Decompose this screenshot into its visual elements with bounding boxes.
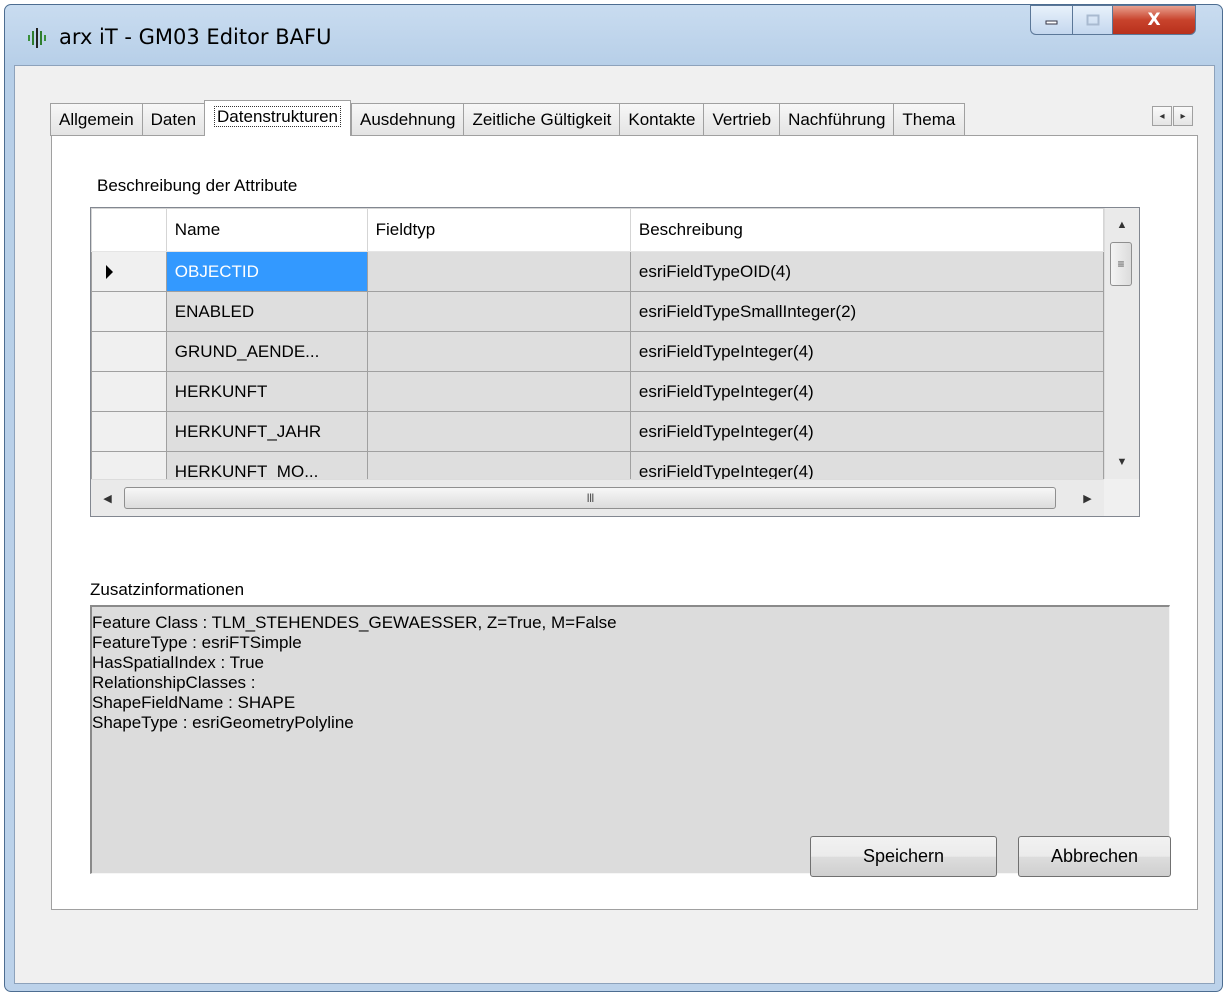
column-header-fieldtyp[interactable]: Fieldtyp <box>366 208 631 252</box>
cell-name[interactable]: HERKUNFT <box>165 371 368 412</box>
cell-fieldtyp[interactable] <box>366 371 631 412</box>
tab-label: Kontakte <box>628 110 696 129</box>
column-header-beschreibung[interactable]: Beschreibung <box>629 208 1104 252</box>
triangle-up-icon: ▲ <box>1116 219 1128 231</box>
tab-strip: Allgemein Daten Datenstrukturen Ausdehnu… <box>50 100 966 136</box>
vertical-scroll-thumb[interactable]: ≡ <box>1110 242 1132 286</box>
corner-header[interactable] <box>91 208 167 252</box>
triangle-right-icon: ▶ <box>1083 492 1092 505</box>
scroll-right-button[interactable]: ▶ <box>1071 480 1104 516</box>
tab-zeitliche-gueltigkeit[interactable]: Zeitliche Gültigkeit <box>463 103 620 136</box>
cell-beschreibung[interactable]: esriFieldTypeOID(4) <box>629 251 1104 292</box>
info-line: ShapeType : esriGeometryPolyline <box>92 713 354 732</box>
tab-scroll-left-button[interactable]: ◂ <box>1152 106 1172 126</box>
table-row[interactable]: ENABLED esriFieldTypeSmallInteger(2) <box>91 291 1104 332</box>
scrollbar-corner <box>1104 479 1139 516</box>
app-logo-icon <box>28 28 46 48</box>
grid-viewport: Name Fieldtyp Beschreibung OBJECTID esri… <box>91 208 1104 479</box>
close-icon: X <box>1147 10 1161 30</box>
row-header[interactable] <box>91 371 167 412</box>
row-header[interactable] <box>91 331 167 372</box>
scroll-left-button[interactable]: ◀ <box>91 480 124 516</box>
info-line: ShapeFieldName : SHAPE <box>92 693 296 712</box>
cell-beschreibung[interactable]: esriFieldTypeInteger(4) <box>629 371 1104 412</box>
tab-label: Thema <box>902 110 956 129</box>
row-header[interactable] <box>91 451 167 479</box>
tab-label: Nachführung <box>788 110 886 129</box>
tab-datenstrukturen[interactable]: Datenstrukturen <box>204 100 351 136</box>
cell-name[interactable]: HERKUNFT_JAHR <box>165 411 368 452</box>
row-header-current[interactable] <box>91 251 167 292</box>
scroll-up-button[interactable]: ▲ <box>1105 208 1139 242</box>
cell-beschreibung[interactable]: esriFieldTypeSmallInteger(2) <box>629 291 1104 332</box>
tab-vertrieb[interactable]: Vertrieb <box>703 103 780 136</box>
cell-fieldtyp[interactable] <box>366 411 631 452</box>
window-title: arx iT - GM03 Editor BAFU <box>59 25 332 49</box>
tab-label: Vertrieb <box>712 110 772 129</box>
tab-label: Datenstrukturen <box>214 106 341 127</box>
cell-beschreibung[interactable]: esriFieldTypeInteger(4) <box>629 451 1104 479</box>
table-row[interactable]: HERKUNFT esriFieldTypeInteger(4) <box>91 371 1104 412</box>
maximize-icon <box>1086 14 1099 26</box>
tab-thema[interactable]: Thema <box>893 103 966 136</box>
attributes-table: Name Fieldtyp Beschreibung OBJECTID esri… <box>91 208 1104 479</box>
minimize-button[interactable] <box>1030 5 1072 35</box>
cell-beschreibung[interactable]: esriFieldTypeInteger(4) <box>629 411 1104 452</box>
cell-name[interactable]: ENABLED <box>165 291 368 332</box>
tab-allgemein[interactable]: Allgemein <box>50 103 142 136</box>
cell-fieldtyp[interactable] <box>366 451 631 479</box>
info-line: RelationshipClasses : <box>92 673 256 692</box>
save-button[interactable]: Speichern <box>810 836 997 877</box>
tab-ausdehnung[interactable]: Ausdehnung <box>350 103 464 136</box>
tab-label: Ausdehnung <box>359 110 456 129</box>
zusatz-label: Zusatzinformationen <box>90 580 245 599</box>
cell-fieldtyp[interactable] <box>366 291 631 332</box>
info-line: HasSpatialIndex : True <box>92 653 264 672</box>
grid-vertical-scrollbar[interactable]: ▲ ≡ ▼ <box>1104 208 1139 479</box>
table-row[interactable]: HERKUNFT_MO... esriFieldTypeInteger(4) <box>91 451 1104 479</box>
table-row[interactable]: HERKUNFT_JAHR esriFieldTypeInteger(4) <box>91 411 1104 452</box>
tab-label: Allgemein <box>59 110 134 129</box>
cell-beschreibung[interactable]: esriFieldTypeInteger(4) <box>629 331 1104 372</box>
grid-horizontal-scrollbar[interactable]: ◀ III ▶ <box>91 479 1104 516</box>
horizontal-scroll-thumb[interactable]: III <box>124 487 1056 509</box>
scroll-down-button[interactable]: ▼ <box>1105 445 1139 479</box>
cancel-button[interactable]: Abbrechen <box>1018 836 1171 877</box>
grip-icon: ≡ <box>1117 257 1125 271</box>
current-row-arrow-icon <box>106 264 113 279</box>
tab-kontakte[interactable]: Kontakte <box>619 103 704 136</box>
triangle-left-icon: ◀ <box>103 492 112 505</box>
tab-label: Zeitliche Gültigkeit <box>472 110 612 129</box>
info-line: Feature Class : TLM_STEHENDES_GEWAESSER,… <box>92 613 617 632</box>
cell-name[interactable]: HERKUNFT_MO... <box>165 451 368 479</box>
maximize-button[interactable] <box>1072 5 1112 35</box>
cell-fieldtyp[interactable] <box>366 331 631 372</box>
tab-label: Daten <box>150 110 197 129</box>
table-row[interactable]: OBJECTID esriFieldTypeOID(4) <box>91 251 1104 292</box>
table-row[interactable]: GRUND_AENDE... esriFieldTypeInteger(4) <box>91 331 1104 372</box>
attributes-grid[interactable]: Name Fieldtyp Beschreibung OBJECTID esri… <box>90 207 1140 517</box>
table-header-row: Name Fieldtyp Beschreibung <box>91 208 1104 252</box>
grip-icon: III <box>586 491 594 505</box>
triangle-right-icon: ▸ <box>1180 110 1186 122</box>
tab-nachfuehrung[interactable]: Nachführung <box>779 103 894 136</box>
info-line: FeatureType : esriFTSimple <box>92 633 302 652</box>
tab-scroll-right-button[interactable]: ▸ <box>1173 106 1193 126</box>
triangle-left-icon: ◂ <box>1159 110 1165 122</box>
row-header[interactable] <box>91 291 167 332</box>
cell-name[interactable]: GRUND_AENDE... <box>165 331 368 372</box>
zusatz-textbox[interactable]: Feature Class : TLM_STEHENDES_GEWAESSER,… <box>90 605 1170 874</box>
triangle-down-icon: ▼ <box>1116 456 1128 468</box>
close-button[interactable]: X <box>1112 5 1196 35</box>
row-header[interactable] <box>91 411 167 452</box>
cell-fieldtyp[interactable] <box>366 251 631 292</box>
column-header-name[interactable]: Name <box>165 208 368 252</box>
attributes-section-label: Beschreibung der Attribute <box>97 176 298 195</box>
tab-daten[interactable]: Daten <box>141 103 205 136</box>
cell-name[interactable]: OBJECTID <box>165 251 368 292</box>
minimize-icon <box>1045 20 1057 25</box>
